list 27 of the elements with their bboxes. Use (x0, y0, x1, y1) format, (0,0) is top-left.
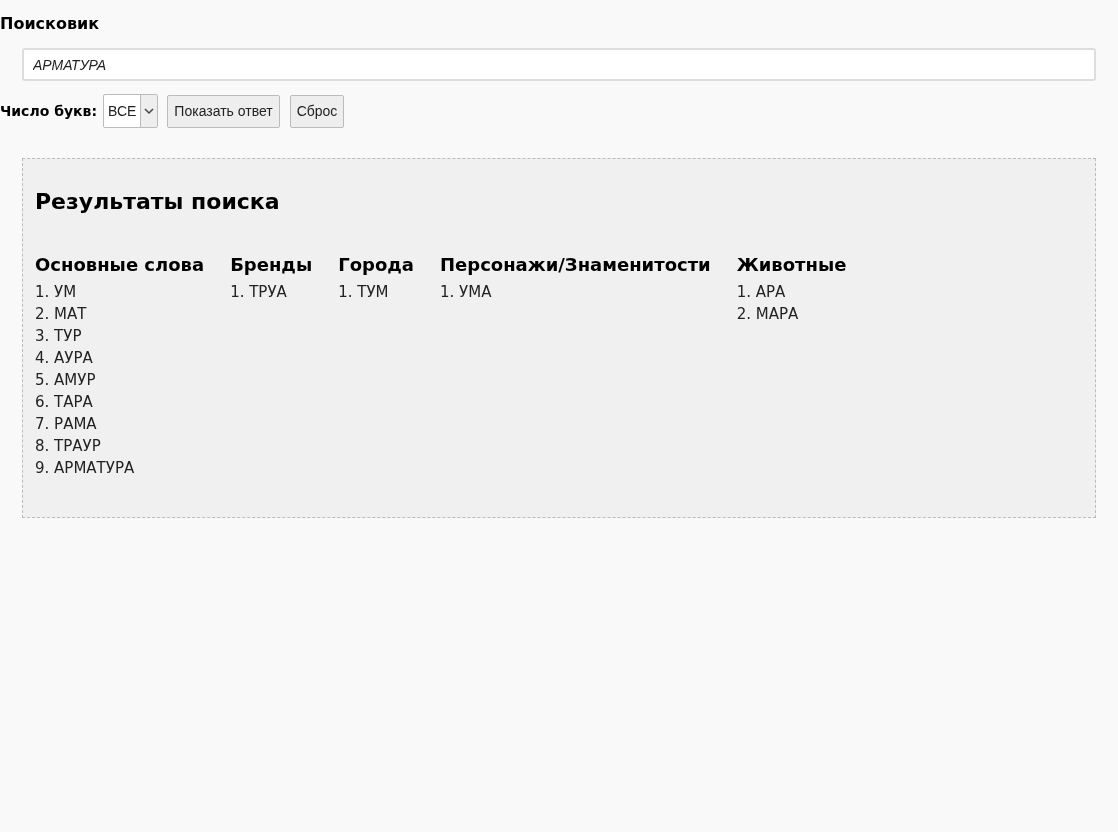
result-word: 1. АРА (736, 282, 786, 303)
result-word: 3. ТУР (35, 326, 82, 347)
result-word: 2. МАРА (736, 304, 799, 325)
result-word: 1. ТУМ (338, 282, 389, 303)
column-heading: Бренды (230, 253, 313, 277)
result-word: 1. УМА (440, 282, 492, 303)
letter-count-select[interactable]: ВСЕ (103, 94, 159, 128)
result-word: 9. АРМАТУРА (35, 458, 135, 479)
results-heading: Результаты поиска (35, 188, 280, 216)
result-word: 4. АУРА (35, 348, 93, 369)
result-word: 7. РАМА (35, 414, 97, 435)
letter-count-label: Число букв: (0, 101, 98, 121)
column-heading: Основные слова (35, 253, 205, 277)
action-button[interactable]: Сброс (289, 94, 345, 128)
result-word: 5. АМУР (35, 370, 96, 391)
column-heading: Города (338, 253, 414, 277)
result-word: 1. УМ (35, 282, 77, 303)
result-word: 2. МАТ (35, 304, 87, 325)
result-word: 1. ТРУА (230, 282, 287, 303)
column-heading: Животные (736, 253, 847, 277)
action-button[interactable]: Показать ответ (167, 94, 280, 128)
result-word: 8. ТРАУР (35, 436, 101, 457)
column-heading: Персонажи/Знаменитости (440, 253, 711, 277)
chevron-down-icon (144, 107, 155, 115)
page-title: Поисковик (0, 14, 100, 34)
result-word: 6. ТАРА (35, 392, 93, 413)
search-field[interactable]: АРМАТУРА (22, 48, 1096, 81)
